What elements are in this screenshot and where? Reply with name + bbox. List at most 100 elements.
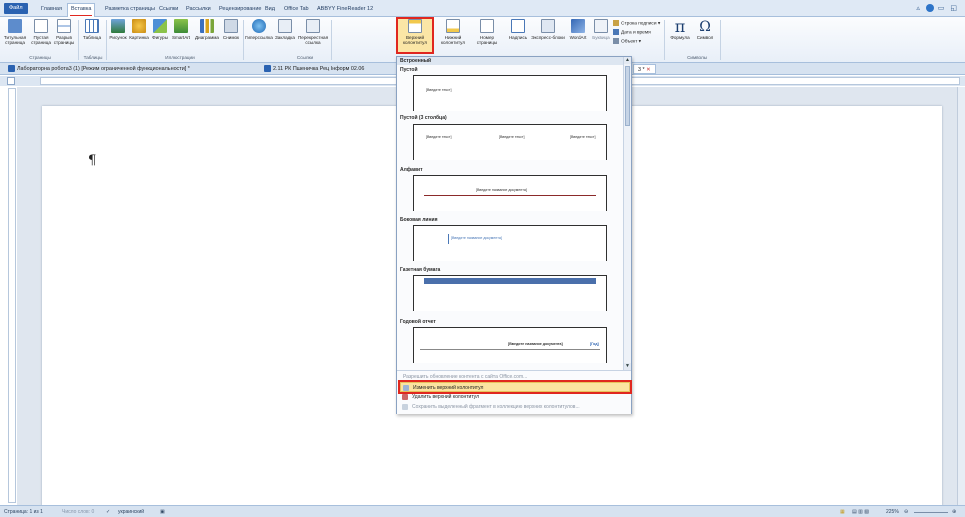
tab-references[interactable]: Ссылки <box>156 4 181 16</box>
smartart-button[interactable]: SmartArt <box>170 19 192 40</box>
crossref-icon <box>306 19 320 33</box>
wordart-icon <box>571 19 585 33</box>
title-page-button[interactable]: Титульная страница <box>2 19 28 45</box>
gallery-section-header: Встроенный <box>397 57 631 65</box>
picture-icon <box>111 19 125 33</box>
gallery-rule-line <box>424 195 596 196</box>
object-icon <box>613 38 619 44</box>
gallery-scrollbar[interactable]: ▲ ▼ <box>623 57 631 370</box>
tab-review[interactable]: Рецензирование <box>216 4 264 16</box>
group-separator <box>243 20 244 60</box>
symbol-button[interactable]: Ω Символ <box>694 19 716 40</box>
zoom-level[interactable]: 225% <box>886 509 899 515</box>
tab-file[interactable]: Файл <box>4 3 28 14</box>
tab-selector[interactable] <box>7 77 15 85</box>
group-separator <box>78 20 79 60</box>
edit-header-item[interactable]: Изменить верхний колонтитул <box>398 380 632 394</box>
signature-icon <box>613 20 619 26</box>
paragraph-mark: ¶ <box>88 153 97 168</box>
textbox-icon <box>511 19 525 33</box>
view-print-layout-icon[interactable]: ▦ <box>840 509 845 515</box>
page-break-button[interactable]: Разрыв страницы <box>53 19 75 45</box>
title-page-icon <box>8 19 22 33</box>
zoom-out-icon[interactable]: ⊖ <box>904 509 908 515</box>
proofing-icon[interactable]: ✓ <box>106 509 110 515</box>
footer-button[interactable]: Нижний колонтитул <box>436 19 470 45</box>
group-label-illustrations: Иллюстрации <box>165 55 195 60</box>
chart-icon <box>200 19 214 33</box>
view-icons[interactable]: ▤ ▥ ▧ <box>852 509 869 515</box>
tab-home[interactable]: Главная <box>38 4 65 16</box>
screenshot-button[interactable]: Снимок <box>221 19 241 40</box>
clipart-icon <box>132 19 146 33</box>
help-icon[interactable] <box>925 4 934 13</box>
gallery-item-sideline[interactable]: [Введите название документа] <box>413 225 607 261</box>
gallery-item-annual[interactable]: [Введите название документа] [Год] <box>413 327 607 363</box>
globe-icon <box>252 19 266 33</box>
gallery-item-title: Алфавит <box>400 167 423 173</box>
datetime-button[interactable]: Дата и время <box>613 29 651 35</box>
clipart-button[interactable]: Картинка <box>128 19 150 40</box>
tab-insert-underline <box>70 15 93 16</box>
hyperlink-button[interactable]: Гиперссылка <box>245 19 273 40</box>
gallery-item-alphabet[interactable]: [Введите название документа] <box>413 175 607 211</box>
textbox-button[interactable]: Надпись <box>507 19 529 40</box>
formula-button[interactable]: π Формула <box>668 19 692 41</box>
language-indicator[interactable]: украинский <box>118 509 144 515</box>
window-controls: ▵ ▭ ◱ <box>916 4 959 13</box>
close-tab-icon[interactable]: ✕ <box>646 67 651 73</box>
page-count[interactable]: Страница: 1 из 1 <box>4 509 43 515</box>
tab-page-layout[interactable]: Разметка страницы <box>102 4 158 16</box>
doc-tab-1[interactable]: Лабораторна робота3 (1) [Режим ограничен… <box>8 64 190 74</box>
zoom-in-icon[interactable]: ⊕ <box>952 509 956 515</box>
crossref-button[interactable]: Перекрестная ссылка <box>298 19 328 45</box>
vertical-scrollbar[interactable] <box>957 87 965 505</box>
blank-page-button[interactable]: Пустая страница <box>30 19 52 45</box>
sideline-bar <box>448 234 449 244</box>
tab-abbyy[interactable]: ABBYY FineReader 12 <box>314 4 376 16</box>
signature-line-button[interactable]: Строка подписи ▾ <box>613 20 660 26</box>
word-count[interactable]: Число слов: 0 <box>62 509 94 515</box>
dropcap-button[interactable]: Буквица <box>590 19 612 40</box>
save-selection-item[interactable]: Сохранить выделенный фрагмент в коллекци… <box>400 402 630 412</box>
chart-button[interactable]: Диаграмма <box>193 19 221 40</box>
gallery-item-title: Пустой <box>400 67 418 73</box>
gallery-item-newsprint[interactable] <box>413 275 607 311</box>
minimize-ribbon-icon[interactable]: ▵ <box>916 5 922 12</box>
remove-header-item[interactable]: Удалить верхний колонтитул <box>400 392 630 402</box>
header-button[interactable]: Верхний колонтитул <box>396 17 434 54</box>
quickparts-button[interactable]: Экспресс-блоки <box>530 19 566 40</box>
screenshot-icon <box>224 19 238 33</box>
shapes-button[interactable]: Фигуры <box>150 19 170 40</box>
update-from-office-item[interactable]: Разрешить обновление контента с сайта Of… <box>400 372 630 382</box>
tab-view[interactable]: Вид <box>262 4 278 16</box>
table-button[interactable]: Таблица <box>81 19 103 40</box>
tab-office-tab[interactable]: Office Tab <box>281 4 312 16</box>
doc-tab-3[interactable]: 3 * ✕ <box>633 64 656 74</box>
group-separator <box>331 20 332 60</box>
group-label-tables: Таблицы <box>83 55 103 60</box>
header-icon <box>408 19 422 33</box>
doc-tab-2[interactable]: 2.11 РК Пшеничка Рец Інформ 02.06 <box>264 64 364 74</box>
object-button[interactable]: Объект ▾ <box>613 38 641 44</box>
tab-insert[interactable]: Вставка <box>67 3 96 17</box>
bookmark-button[interactable]: Закладка <box>273 19 297 40</box>
tab-mailings[interactable]: Рассылки <box>183 4 214 16</box>
minimize-icon[interactable]: ▭ <box>938 5 947 12</box>
zoom-slider[interactable] <box>914 512 948 513</box>
vertical-ruler[interactable] <box>8 88 16 503</box>
restore-icon[interactable]: ◱ <box>950 5 959 12</box>
scroll-up-icon[interactable]: ▲ <box>624 57 631 64</box>
macro-icon[interactable]: ▣ <box>160 509 165 515</box>
page-number-button[interactable]: Номер страницы <box>472 19 502 45</box>
scroll-down-icon[interactable]: ▼ <box>624 363 631 370</box>
wordart-button[interactable]: WordArt <box>566 19 590 40</box>
picture-button[interactable]: Рисунок <box>108 19 128 40</box>
gallery-item-blank-3col[interactable]: [Введите текст] [Введите текст] [Введите… <box>413 124 607 160</box>
scroll-thumb[interactable] <box>625 66 630 126</box>
bookmark-icon <box>278 19 292 33</box>
gallery-item-blank[interactable]: [Введите текст] <box>413 75 607 111</box>
group-label-pages: Страницы <box>29 55 51 60</box>
footer-icon <box>446 19 460 33</box>
status-bar: Страница: 1 из 1 Число слов: 0 ✓ украинс… <box>0 505 965 517</box>
